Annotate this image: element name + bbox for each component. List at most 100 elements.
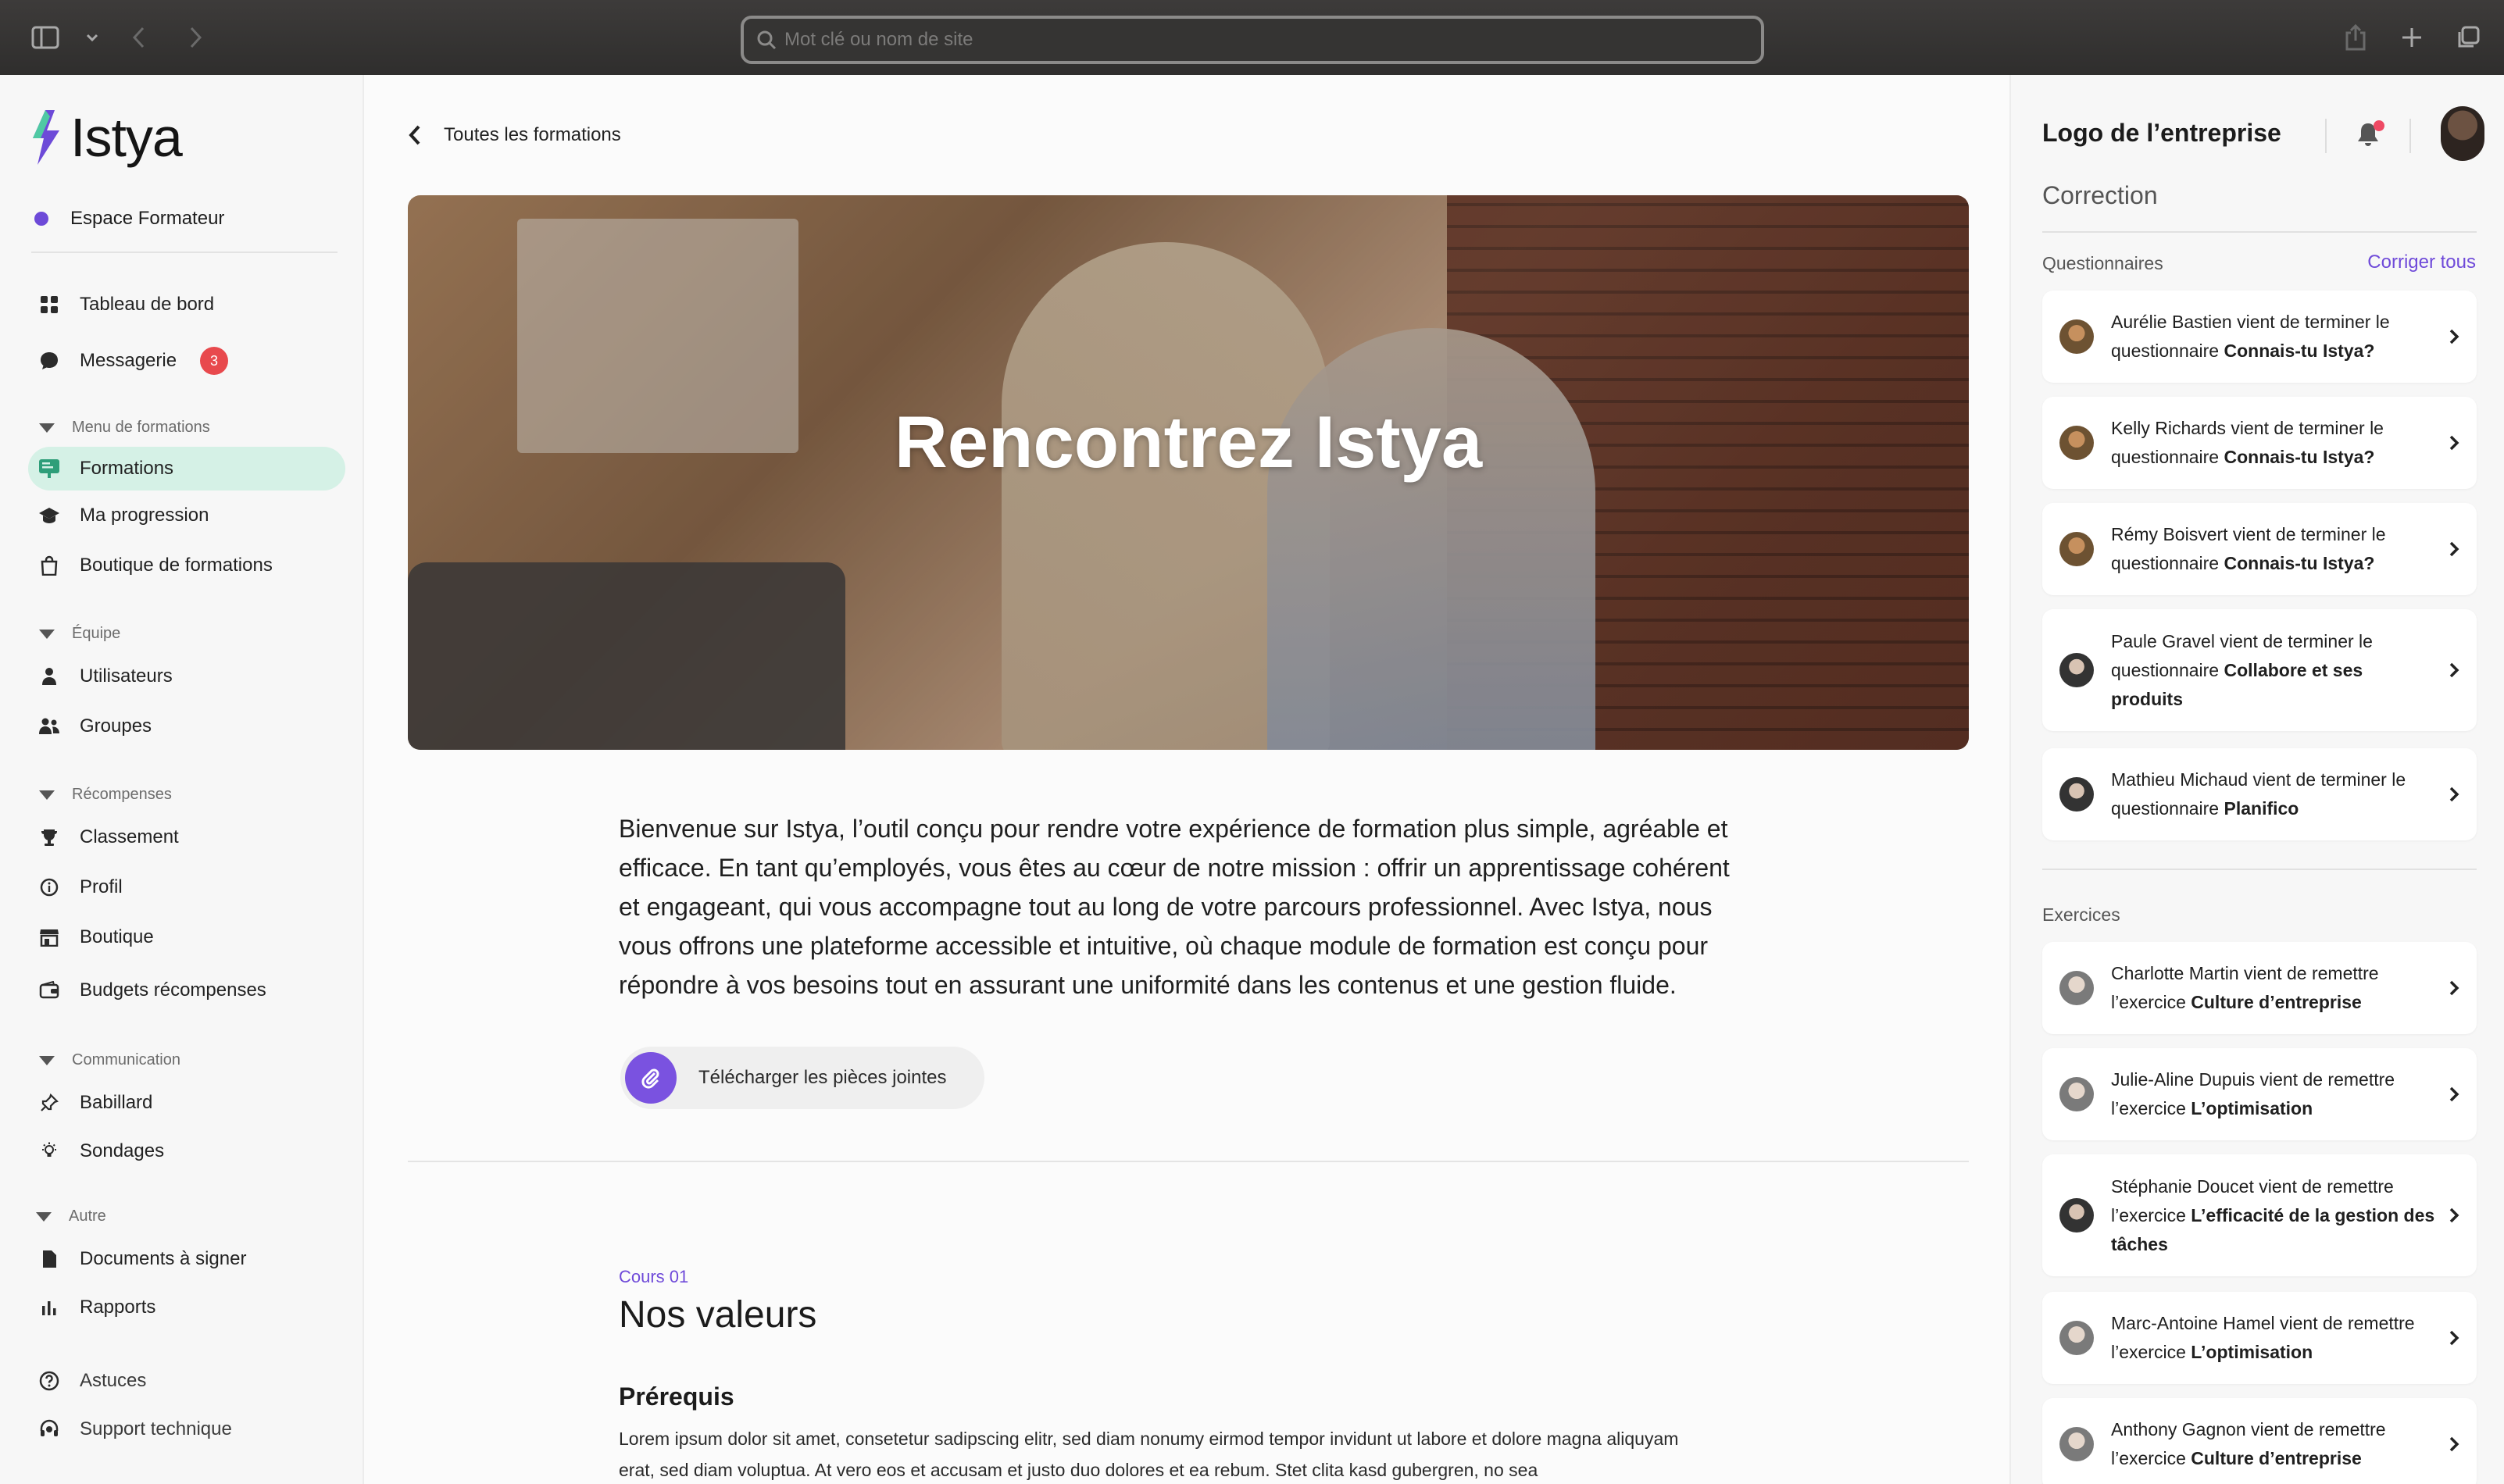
sidebar-item-groups[interactable]: Groupes [28,705,345,748]
section-label: Équipe [72,625,121,642]
sidebar-item-shop-formations[interactable]: Boutique de formations [28,544,345,587]
sidebar-item-label: Utilisateurs [80,665,173,687]
back-arrow-icon[interactable] [122,20,156,55]
avatar [2059,1198,2094,1233]
hero-banner: Rencontrez Istya [408,195,1969,750]
sidebar-item-documents[interactable]: Documents à signer [28,1237,345,1281]
panel-divider [2042,231,2477,233]
sidebar-item-tips[interactable]: Astuces [28,1359,345,1403]
sidebar-item-support[interactable]: Support technique [28,1407,345,1451]
sidebar-item-dashboard[interactable]: Tableau de bord [28,283,345,326]
questionnaire-card[interactable]: Aurélie Bastien vient de terminer le que… [2042,291,2477,383]
users-group-icon [36,713,63,740]
istya-logo[interactable]: Istya [28,106,183,169]
card-text: Charlotte Martin vient de remettre l’exe… [2111,963,2379,1012]
user-icon [36,663,63,690]
card-text: Mathieu Michaud vient de terminer le que… [2111,769,2406,819]
sidebar-item-messages[interactable]: Messagerie 3 [28,339,345,383]
sidebar-item-shop[interactable]: Boutique [28,915,345,959]
avatar [2059,426,2094,460]
section-communication[interactable]: Communication [39,1051,180,1069]
sidebar-item-board[interactable]: Babillard [28,1081,345,1125]
chevron-right-icon [2449,1083,2459,1109]
sidebar-item-ranking[interactable]: Classement [28,815,345,859]
section-other[interactable]: Autre [36,1208,106,1225]
new-tab-icon[interactable] [2395,20,2429,55]
download-attachments-button[interactable]: Télécharger les pièces jointes [620,1047,984,1109]
sidebar-toggle-icon[interactable] [28,20,63,55]
chevron-right-icon [2449,1433,2459,1459]
prerequisites-text: Lorem ipsum dolor sit amet, consetetur s… [619,1429,1679,1480]
sidebar-item-users[interactable]: Utilisateurs [28,655,345,698]
questionnaire-card[interactable]: Paule Gravel vient de terminer le questi… [2042,609,2477,731]
sidebar-item-surveys[interactable]: Sondages [28,1129,345,1173]
avatar [2059,319,2094,354]
sidebar-item-label: Ma progression [80,505,209,526]
exercise-card[interactable]: Anthony Gagnon vient de remettre l’exerc… [2042,1398,2477,1484]
chevron-right-icon [2449,977,2459,1003]
chevron-right-icon [2449,1327,2459,1353]
exercises-heading: Exercices [2042,904,2120,925]
questionnaire-card[interactable]: Rémy Boisvert vient de terminer le quest… [2042,503,2477,595]
sidebar-item-formations[interactable]: Formations [28,447,345,491]
questionnaires-heading: Questionnaires [2042,253,2163,273]
section-label: Autre [69,1208,106,1225]
sidebar-item-budgets[interactable]: Budgets récompenses [28,969,345,1012]
header-separator [2325,119,2327,153]
questionnaire-card[interactable]: Kelly Richards vient de terminer le ques… [2042,397,2477,489]
tabs-overview-icon[interactable] [2451,20,2485,55]
sidebar-item-label: Classement [80,826,179,847]
sidebar-item-reports[interactable]: Rapports [28,1286,345,1329]
sidebar-item-label: Tableau de bord [80,294,215,315]
avatar [2059,971,2094,1005]
share-icon[interactable] [2338,20,2373,55]
pin-icon [36,1090,63,1116]
panel-subtitle: Correction [2042,181,2158,209]
notification-dot [2374,120,2384,131]
sidebar: Istya Espace Formateur Tableau de bord M… [0,75,364,1484]
exercise-card[interactable]: Marc-Antoine Hamel vient de remettre l’e… [2042,1292,2477,1384]
info-circle-icon [36,874,63,901]
caret-down-icon [39,423,55,433]
shopping-bag-icon [36,552,63,579]
correct-all-link[interactable]: Corriger tous [2367,251,2476,273]
course-number: Cours 01 [619,1267,689,1286]
workspace-label: Espace Formateur [70,208,225,229]
content-divider [408,1161,1969,1162]
bar-chart-icon [36,1294,63,1321]
grid-icon [36,291,63,318]
sidebar-item-progress[interactable]: Ma progression [28,494,345,537]
exercise-card[interactable]: Charlotte Martin vient de remettre l’exe… [2042,942,2477,1034]
section-label: Communication [72,1051,180,1068]
exercise-card[interactable]: Julie-Aline Dupuis vient de remettre l’e… [2042,1048,2477,1140]
address-bar[interactable]: Mot clé ou nom de site [741,16,1764,64]
avatar [2059,1077,2094,1111]
chevron-right-icon [2449,659,2459,685]
exercise-card[interactable]: Stéphanie Doucet vient de remettre l’exe… [2042,1154,2477,1276]
user-avatar[interactable] [2441,106,2484,161]
questionnaire-card[interactable]: Mathieu Michaud vient de terminer le que… [2042,748,2477,840]
chevron-right-icon [2449,538,2459,564]
company-logo-label: Logo de l’entreprise [2042,119,2281,147]
section-team[interactable]: Équipe [39,625,120,643]
notifications-button[interactable] [2355,120,2384,152]
course-title: Nos valeurs [619,1294,817,1336]
card-text: Paule Gravel vient de terminer le questi… [2111,630,2373,709]
back-to-formations-link[interactable]: Toutes les formations [408,123,621,147]
section-formations-menu[interactable]: Menu de formations [39,419,210,437]
sidebar-item-profile[interactable]: Profil [28,865,345,909]
storefront-icon [36,924,63,951]
lightbulb-icon [36,1138,63,1165]
section-rewards[interactable]: Récompenses [39,786,172,804]
document-icon [36,1246,63,1272]
search-icon [757,30,777,50]
card-text: Julie-Aline Dupuis vient de remettre l’e… [2111,1069,2395,1118]
avatar [2059,1321,2094,1355]
forward-arrow-icon[interactable] [178,20,213,55]
workspace-selector[interactable]: Espace Formateur [34,208,224,230]
sidebar-item-label: Budgets récompenses [80,979,266,1001]
avatar [2059,777,2094,812]
caret-down-icon [39,1055,55,1065]
main-content: Toutes les formations Rencontrez Istya B… [366,75,2009,1484]
chevron-down-icon[interactable] [84,20,100,55]
